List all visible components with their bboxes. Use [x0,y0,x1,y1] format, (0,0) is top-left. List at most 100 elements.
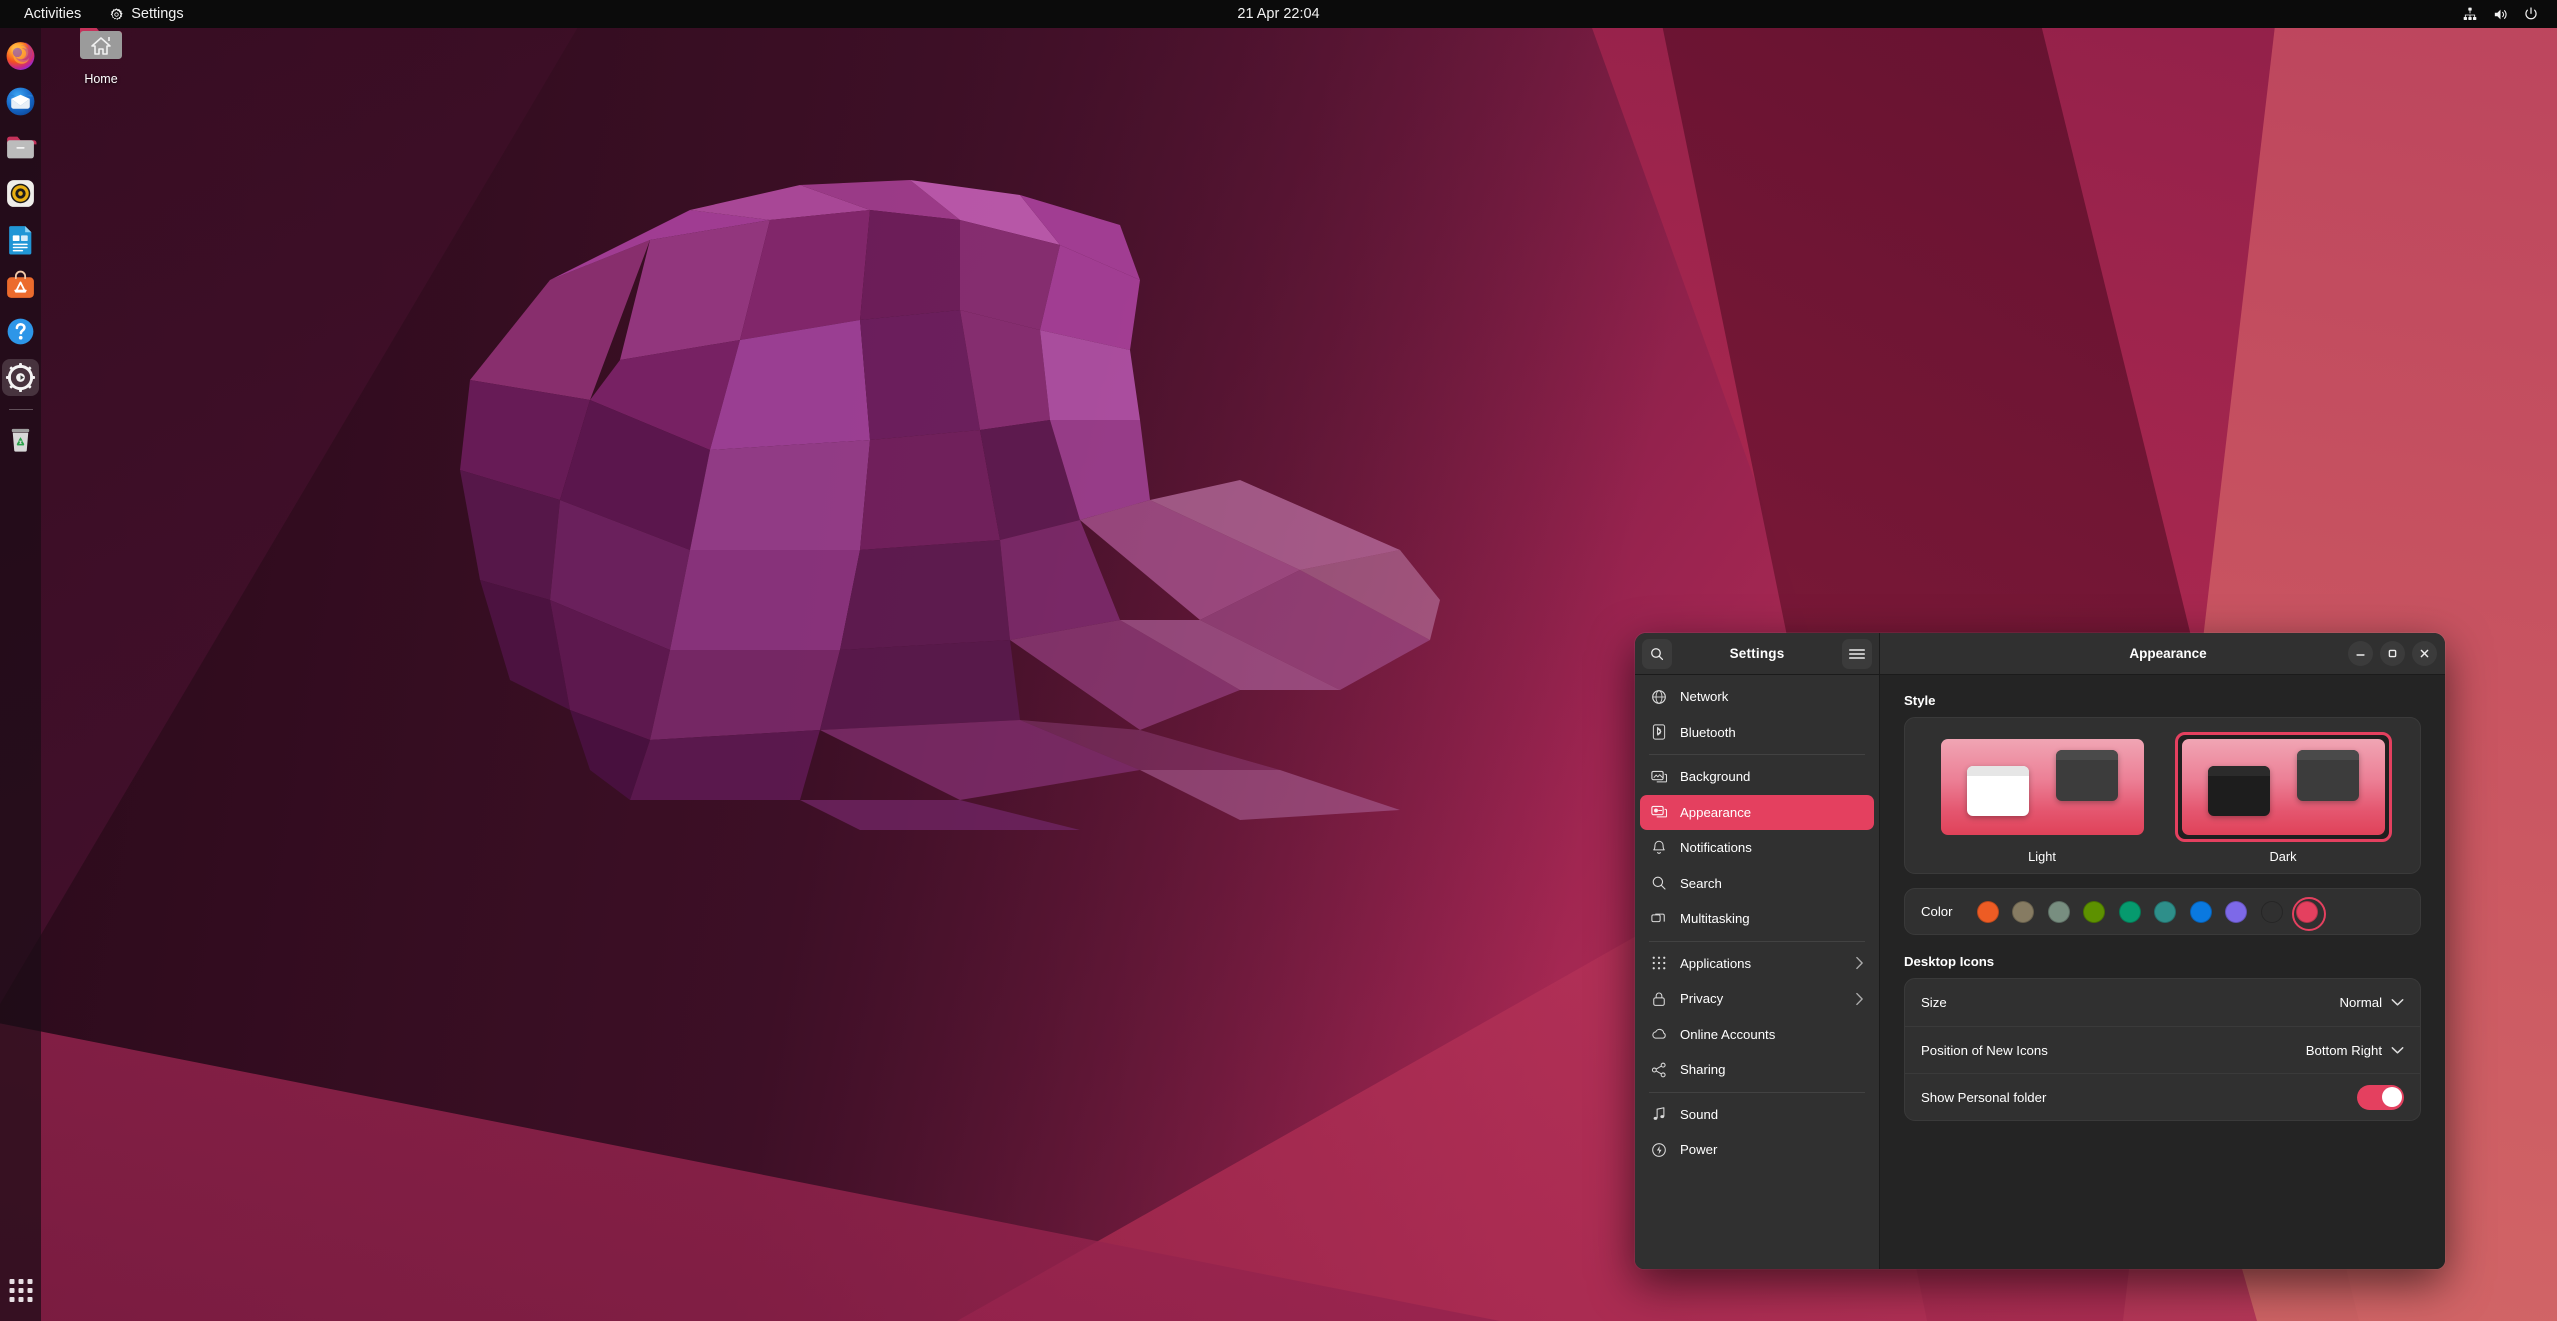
desktop-icons-section: Desktop Icons Size Normal Position of Ne… [1904,954,2421,1121]
position-value: Bottom Right [2305,1042,2382,1058]
sidebar-separator [1649,940,1865,942]
dock-item-app-center[interactable] [2,267,39,304]
style-thumb-wrap-dark [2174,732,2392,842]
desktop: Home Activities Settings 21 Apr 22:04 Se… [0,0,2557,1321]
preview-window-front [2207,766,2270,816]
accent-swatch-sage[interactable] [2047,900,2070,923]
settings-sidebar: Network Bluetooth Background Appearance Noti… [1635,675,1880,1269]
system-indicators[interactable] [2454,0,2547,28]
settings-gear-icon [5,362,36,393]
sidebar-item-label: Applications [1680,955,1752,971]
row-position-of-new-icons[interactable]: Position of New Icons Bottom Right [1905,1026,2420,1073]
accent-swatch-magenta[interactable] [2260,900,2283,923]
window-body: Network Bluetooth Background Appearance Noti… [1635,675,2445,1269]
dock-item-help[interactable] [2,313,39,350]
sidebar-item-search[interactable]: Search [1640,866,1874,902]
desktop-icon-home-label: Home [84,72,118,86]
sidebar-item-label: Network [1680,689,1729,705]
row-size[interactable]: Size Normal [1905,979,2420,1026]
row-personal-folder-label: Show Personal folder [1921,1089,2047,1105]
search-button[interactable] [1642,638,1672,669]
size-value: Normal [2339,995,2383,1010]
show-personal-folder-toggle[interactable] [2357,1084,2404,1110]
row-position-label: Position of New Icons [1921,1042,2048,1058]
close-button[interactable] [2412,641,2437,666]
dock-item-files[interactable] [2,129,39,166]
color-label: Color [1921,904,1953,919]
bell-icon [1650,839,1668,857]
sidebar-item-power[interactable]: Power [1640,1132,1874,1168]
thunderbird-icon [6,87,35,116]
network-icon [2463,7,2477,20]
maximize-button[interactable] [2380,641,2405,666]
sidebar-item-online-accounts[interactable]: Online Accounts [1640,1017,1874,1053]
hamburger-menu-icon [1849,648,1865,659]
sidebar-item-notifications[interactable]: Notifications [1640,830,1874,866]
accent-swatch-purple[interactable] [2225,900,2248,923]
activities-label: Activities [24,6,82,22]
activities-button[interactable]: Activities [12,0,93,28]
help-icon [7,318,34,345]
sidebar-item-label: Search [1680,875,1722,891]
dock-item-settings[interactable] [2,359,39,396]
sidebar-item-bluetooth[interactable]: Bluetooth [1640,715,1874,751]
page-title: Appearance [2129,646,2207,661]
sidebar-item-privacy[interactable]: Privacy [1640,981,1874,1017]
volume-icon [2494,9,2507,19]
home-folder-icon [80,26,122,59]
clock-button[interactable]: 21 Apr 22:04 [1225,0,1331,28]
sidebar-item-label: Sound [1680,1106,1719,1122]
sidebar-item-sharing[interactable]: Sharing [1640,1052,1874,1088]
minimize-button[interactable] [2348,641,2373,666]
sidebar-title: Settings [1729,646,1785,661]
power-icon [2525,7,2537,20]
sidebar-item-appearance[interactable]: Appearance [1640,794,1874,830]
desktop-icons-title: Desktop Icons [1904,954,1995,969]
top-bar: Activities Settings 21 Apr 22:04 [0,0,2557,28]
sidebar-item-network[interactable]: Network [1640,679,1874,715]
size-dropdown[interactable]: Normal [2340,995,2405,1010]
chevron-right-icon [1855,992,1864,1006]
desktop-icon-home[interactable]: Home [58,22,144,86]
sidebar-item-sound[interactable]: Sound [1640,1097,1874,1133]
accent-swatch-orange[interactable] [1976,900,1999,923]
accent-swatch-viridian[interactable] [2118,900,2141,923]
position-dropdown[interactable]: Bottom Right [2306,1043,2404,1058]
row-size-label: Size [1921,995,1947,1010]
files-icon [7,136,37,159]
accent-swatch-olive[interactable] [2083,900,2106,923]
dock-item-rhythmbox[interactable] [2,175,39,212]
content-header: Appearance [1880,633,2445,675]
sidebar-item-label: Notifications [1680,840,1752,856]
dock-item-thunderbird[interactable] [2,83,39,120]
sidebar-item-background[interactable]: Background [1640,759,1874,795]
row-show-personal-folder[interactable]: Show Personal folder [1905,1073,2420,1120]
sidebar-item-label: Appearance [1680,804,1752,820]
music-note-icon [1650,1105,1668,1123]
toggle-knob [2381,1087,2402,1107]
style-preview-light [1940,739,2144,835]
dock-item-trash[interactable] [2,421,39,458]
sidebar-item-applications[interactable]: Applications [1640,946,1874,982]
style-option-dark[interactable]: Dark [2174,732,2392,864]
accent-swatch-prussian[interactable] [2154,900,2177,923]
bluetooth-icon [1650,723,1668,741]
style-option-light[interactable]: Light [1934,732,2151,864]
dock-item-libreoffice-writer[interactable] [2,221,39,258]
dock-item-firefox[interactable] [2,37,39,74]
style-card: Light Dark [1904,717,2421,874]
lock-icon [1650,990,1668,1008]
trash-icon [11,428,30,452]
grid-icon [1650,954,1668,972]
accent-swatch-blue[interactable] [2189,900,2212,923]
preview-window-back [2055,750,2118,801]
sidebar-item-multitasking[interactable]: Multitasking [1640,901,1874,937]
accent-swatch-bark[interactable] [2012,900,2035,923]
sidebar-item-label: Bluetooth [1680,724,1736,740]
close-icon [2420,649,2429,658]
app-menu-button[interactable]: Settings [97,0,195,28]
show-applications-button[interactable] [2,1272,39,1309]
main-menu-button[interactable] [1842,638,1872,669]
style-preview-dark [2181,739,2385,835]
accent-swatch-red[interactable] [2292,896,2327,931]
